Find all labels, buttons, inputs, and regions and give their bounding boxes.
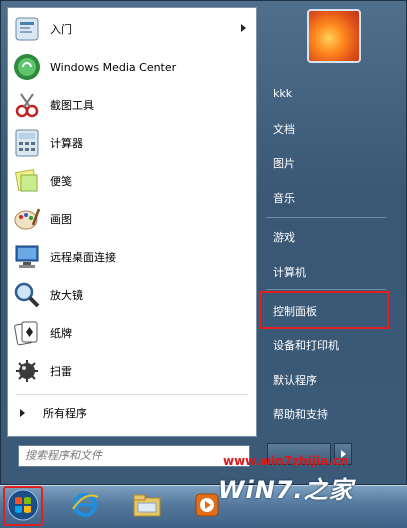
media-center-icon [12, 52, 42, 82]
program-label: Windows Media Center [50, 60, 177, 74]
all-programs-button[interactable]: 所有程序 [10, 400, 254, 426]
start-orb-icon [7, 489, 39, 524]
right-item-help-support[interactable]: 帮助和支持 [264, 403, 392, 425]
right-item-music[interactable]: 音乐 [264, 187, 392, 209]
windows-explorer-icon [132, 492, 162, 521]
snipping-tool-icon [12, 90, 42, 120]
calculator-icon [12, 128, 42, 158]
right-item-pictures[interactable]: 图片 [264, 152, 392, 174]
program-label: 计算器 [50, 137, 83, 150]
taskbar-item-explorer[interactable] [130, 490, 164, 522]
program-item-calculator[interactable]: 计算器 [10, 126, 254, 160]
user-avatar[interactable] [307, 9, 361, 63]
program-item-minesweeper[interactable]: 扫雷 [10, 354, 254, 388]
program-item-sticky-notes[interactable]: 便笺 [10, 164, 254, 198]
control-panel-highlight [259, 291, 389, 329]
program-item-media-center[interactable]: Windows Media Center [10, 50, 254, 84]
right-item-devices-printers[interactable]: 设备和打印机 [264, 334, 392, 356]
getting-started-icon [12, 14, 42, 44]
program-item-solitaire[interactable]: 纸牌 [10, 316, 254, 350]
program-item-paint[interactable]: 画图 [10, 202, 254, 236]
internet-explorer-icon [71, 491, 99, 522]
magnifier-icon [12, 280, 42, 310]
program-label: 扫雷 [50, 365, 72, 378]
right-item-default-programs[interactable]: 默认程序 [264, 369, 392, 391]
program-label: 远程桌面连接 [50, 251, 116, 264]
program-item-remote-desktop[interactable]: 远程桌面连接 [10, 240, 254, 274]
program-label: 截图工具 [50, 99, 94, 112]
remote-desktop-icon [12, 242, 42, 272]
divider [266, 289, 386, 290]
right-item-games[interactable]: 游戏 [264, 226, 392, 248]
solitaire-icon [12, 318, 42, 348]
submenu-arrow-icon[interactable] [241, 24, 246, 32]
watermark-url: www.win7zhijia.cn [223, 454, 349, 468]
all-programs-label: 所有程序 [43, 407, 87, 420]
expand-arrow-icon [20, 409, 25, 417]
divider [266, 217, 386, 218]
program-label: 便笺 [50, 175, 72, 188]
program-label: 放大镜 [50, 289, 83, 302]
program-label: 纸牌 [50, 327, 72, 340]
program-item-snipping-tool[interactable]: 截图工具 [10, 88, 254, 122]
start-button[interactable] [3, 486, 43, 526]
program-item-getting-started[interactable]: 入门 [10, 12, 254, 46]
right-item-computer[interactable]: 计算机 [264, 261, 392, 283]
program-label: 入门 [50, 23, 72, 36]
right-item-user[interactable]: kkk [264, 82, 392, 104]
program-label: 画图 [50, 213, 72, 226]
right-item-documents[interactable]: 文档 [264, 118, 392, 140]
media-player-icon [193, 491, 221, 522]
sticky-notes-icon [12, 166, 42, 196]
program-list-panel: 入门 Windows Media Center 截图工具 计算器 便笺 画图 远… [7, 7, 257, 437]
start-menu: 入门 Windows Media Center 截图工具 计算器 便笺 画图 远… [0, 0, 407, 485]
taskbar-item-ie[interactable] [68, 490, 102, 522]
minesweeper-icon [12, 356, 42, 386]
program-item-magnifier[interactable]: 放大镜 [10, 278, 254, 312]
divider [16, 394, 248, 395]
watermark-logo: WiN7.之家 [218, 476, 354, 504]
paint-icon [12, 204, 42, 234]
search-input[interactable]: 搜索程序和文件 [18, 445, 250, 467]
